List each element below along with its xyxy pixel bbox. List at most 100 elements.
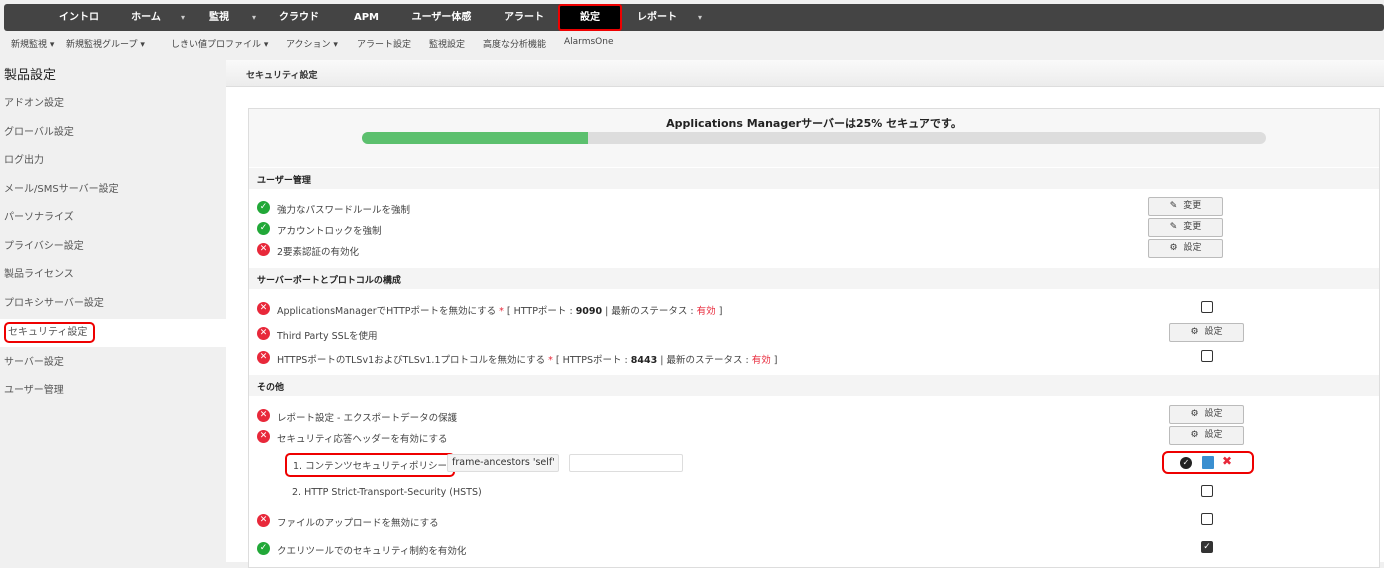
error-circle-icon: ✕ (257, 514, 270, 527)
disable-upload-checkbox[interactable] (1201, 513, 1213, 525)
nav-monitors[interactable]: 監視 (204, 4, 234, 31)
save-icon[interactable] (1202, 456, 1214, 469)
status-label: | 最新のステータス : (605, 306, 694, 317)
sub-nav: 新規監視 ▾ 新規監視グループ ▾ しきい値プロファイル ▾ アクション ▾ ア… (0, 34, 1384, 52)
subnav-actions[interactable]: アクション ▾ (286, 37, 338, 50)
error-circle-icon: ✕ (257, 327, 270, 340)
label-text: ApplicationsManagerでHTTPポートを無効にする (277, 306, 497, 317)
port-label: [ HTTPポート : (506, 306, 573, 317)
main-panel: セキュリティ設定 Applications Managerサーバーは25% セキ… (226, 60, 1384, 568)
row-label: 強力なパスワードルールを強制 (277, 205, 411, 216)
chevron-down-icon[interactable]: ▾ (698, 4, 702, 31)
error-circle-icon: ✕ (257, 430, 270, 443)
progress-fill (362, 132, 588, 144)
sidebar-item-global[interactable]: グローバル設定 (0, 119, 226, 147)
row-disable-tls: ✕ HTTPSポートのTLSv1およびTLSv1.1プロトコルを無効にする * … (249, 348, 1379, 368)
row-query-tool: ✓ クエリツールでのセキュリティ制約を有効化 ✓ (249, 539, 1379, 559)
subnav-new-monitor-group[interactable]: 新規監視グループ ▾ (66, 37, 145, 50)
row-label: ApplicationsManagerでHTTPポートを無効にする * [ HT… (277, 303, 722, 317)
security-panel: Applications Managerサーバーは25% セキュアです。 ユーザ… (248, 108, 1380, 568)
status-label: | 最新のステータス : (660, 355, 749, 366)
subnav-new-monitor[interactable]: 新規監視 ▾ (11, 37, 54, 50)
check-circle-icon: ✓ (257, 201, 270, 214)
sidebar-item-personalize[interactable]: パーソナライズ (0, 204, 226, 232)
nav-apm[interactable]: APM (349, 4, 384, 31)
section-user-management: ユーザー管理 (249, 168, 1379, 189)
nav-alarms[interactable]: アラート (499, 4, 549, 31)
row-label: クエリツールでのセキュリティ制約を有効化 (277, 546, 467, 557)
gear-icon: ⚙ (1190, 409, 1199, 419)
gear-icon: ⚙ (1169, 243, 1178, 253)
security-score-title: Applications Managerサーバーは25% セキュアです。 (666, 117, 962, 130)
nav-settings[interactable]: 設定 (558, 4, 622, 31)
sidebar-item-label: セキュリティ設定 (4, 322, 96, 343)
settings-button[interactable]: ⚙ 設定 (1169, 323, 1244, 342)
check-circle-icon: ✓ (257, 542, 270, 555)
sidebar-item-addon[interactable]: アドオン設定 (0, 90, 226, 118)
sidebar-item-label: プライバシー設定 (4, 241, 84, 252)
row-password-rules: ✓ 強力なパスワードルールを強制 ✎ 変更 (249, 197, 1379, 218)
row-label: HTTPSポートのTLSv1およびTLSv1.1プロトコルを無効にする * [ … (277, 352, 777, 366)
csp-value-input[interactable]: frame-ancestors 'self' (447, 454, 559, 472)
row-disable-http: ✕ ApplicationsManagerでHTTPポートを無効にする * [ … (249, 299, 1379, 319)
sidebar-item-logging[interactable]: ログ出力 (0, 147, 226, 175)
nav-user-experience[interactable]: ユーザー体感 (409, 4, 474, 31)
error-circle-icon: ✕ (257, 409, 270, 422)
subnav-monitor-settings[interactable]: 監視設定 (429, 37, 465, 50)
sidebar-item-label: グローバル設定 (4, 127, 74, 138)
sidebar-item-license[interactable]: 製品ライセンス (0, 261, 226, 289)
sidebar-item-label: プロキシサーバー設定 (4, 298, 104, 309)
sidebar-item-privacy[interactable]: プライバシー設定 (0, 233, 226, 261)
required-star: * (548, 355, 553, 366)
change-button[interactable]: ✎ 変更 (1148, 197, 1223, 216)
port-label: [ HTTPSポート : (555, 355, 628, 366)
row-csp: 1. コンテンツセキュリティポリシー frame-ancestors 'self… (249, 451, 1379, 477)
nav-reports[interactable]: レポート (632, 4, 682, 31)
nav-intro[interactable]: イントロ (54, 4, 104, 31)
subnav-advanced-analytics[interactable]: 高度な分析機能 (483, 37, 546, 50)
sidebar-item-mail-sms[interactable]: メール/SMSサーバー設定 (0, 176, 226, 204)
check-circle-icon[interactable]: ✓ (1180, 457, 1192, 469)
button-label: 変更 (1183, 222, 1202, 232)
chevron-down-icon[interactable]: ▾ (181, 4, 185, 31)
nav-home[interactable]: ホーム (126, 4, 166, 31)
sidebar-item-label: メール/SMSサーバー設定 (4, 184, 119, 195)
disable-tls-checkbox[interactable] (1201, 350, 1213, 362)
button-label: 設定 (1204, 430, 1223, 440)
row-hsts: 2. HTTP Strict-Transport-Security (HSTS) (249, 483, 1379, 503)
sidebar-item-label: サーバー設定 (4, 357, 64, 368)
port-value: 9090 (575, 306, 603, 317)
hsts-checkbox[interactable] (1201, 485, 1213, 497)
settings-button[interactable]: ⚙ 設定 (1148, 239, 1223, 258)
settings-button[interactable]: ⚙ 設定 (1169, 426, 1244, 445)
query-tool-checkbox[interactable]: ✓ (1201, 541, 1213, 553)
close-icon[interactable]: ✖ (1222, 454, 1232, 468)
subnav-alarmsone[interactable]: AlarmsOne (564, 37, 614, 47)
chevron-down-icon[interactable]: ▾ (252, 4, 256, 31)
security-summary: Applications Managerサーバーは25% セキュアです。 (249, 109, 1379, 167)
csp-label: 1. コンテンツセキュリティポリシー (285, 453, 456, 477)
sidebar-item-server[interactable]: サーバー設定 (0, 349, 226, 377)
sidebar-item-proxy[interactable]: プロキシサーバー設定 (0, 290, 226, 318)
required-star: * (499, 306, 504, 317)
error-circle-icon: ✕ (257, 243, 270, 256)
button-label: 設定 (1183, 243, 1202, 253)
row-label: アカウントロックを強制 (277, 226, 382, 237)
gear-icon: ⚙ (1190, 327, 1199, 337)
subnav-alarm-settings[interactable]: アラート設定 (357, 37, 411, 50)
sidebar-item-label: パーソナライズ (4, 212, 74, 223)
row-disable-upload: ✕ ファイルのアップロードを無効にする (249, 511, 1379, 531)
row-label: 2要素認証の有効化 (277, 247, 360, 258)
subnav-threshold-profile[interactable]: しきい値プロファイル ▾ (171, 37, 268, 50)
sidebar-item-user-management[interactable]: ユーザー管理 (0, 377, 226, 405)
change-button[interactable]: ✎ 変更 (1148, 218, 1223, 237)
csp-extra-input[interactable] (569, 454, 683, 472)
bracket: ] (718, 306, 723, 317)
nav-cloud[interactable]: クラウド (274, 4, 324, 31)
sidebar-item-security[interactable]: セキュリティ設定 (0, 319, 226, 347)
sidebar-title: 製品設定 (4, 68, 57, 83)
settings-button[interactable]: ⚙ 設定 (1169, 405, 1244, 424)
disable-http-checkbox[interactable] (1201, 301, 1213, 313)
security-progress-bar (362, 132, 1266, 144)
port-value: 8443 (630, 355, 658, 366)
